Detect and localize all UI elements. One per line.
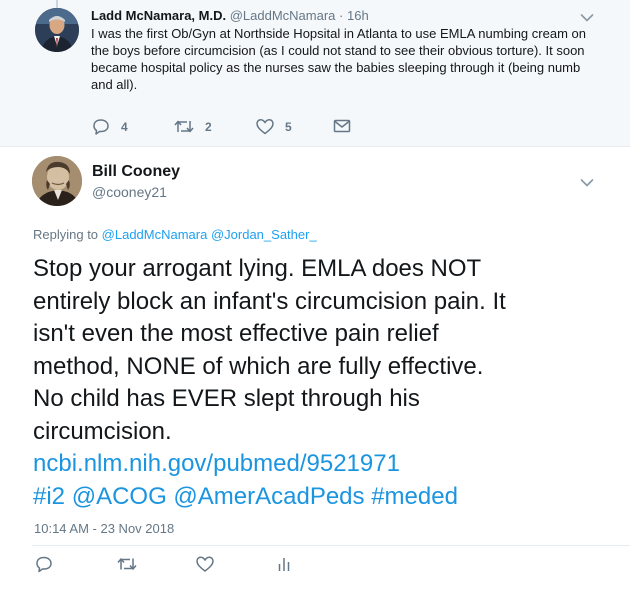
tweet-text-line: method, NONE of which are fully effectiv… [33,352,484,380]
message-icon [333,119,351,133]
tweet-text-line: circumcision. [33,417,172,445]
hashtag-link[interactable]: #i2 [33,483,65,510]
reply-icon [36,556,52,573]
tweet-timestamp[interactable]: 10:14 AM - 23 Nov 2018 [34,521,174,536]
retweet-icon [117,558,137,570]
reply-button[interactable] [34,555,54,573]
separator-dot: · [339,8,344,23]
mention-link[interactable]: @AmerAcadPeds [173,483,364,510]
author-handle[interactable]: @cooney21 [92,184,167,200]
tweet-time[interactable]: 16h [347,8,369,23]
avatar[interactable] [32,156,82,206]
tweet-text-line: No child has EVER slept through his [33,385,420,412]
mention-link[interactable]: @ACOG [72,483,167,510]
like-button[interactable] [195,555,215,573]
hashtag-link[interactable]: #meded [371,483,458,510]
tweet-link[interactable]: ncbi.nlm.nih.gov/pubmed/9521971 [33,450,400,477]
reply-count: 4 [121,119,128,134]
reply-icon [93,119,109,135]
analytics-button[interactable] [277,555,291,573]
replying-to-link[interactable]: @Jordan_Sather_ [211,227,317,242]
retweet-count: 2 [205,119,212,134]
parent-tweet-header: Ladd McNamara, M.D. @LaddMcNamara · 16h [91,8,369,23]
retweet-icon [174,120,194,133]
like-count: 5 [285,119,292,134]
like-button[interactable]: 5 [255,118,292,135]
retweet-button[interactable] [116,555,138,573]
author-name[interactable]: Bill Cooney [92,163,180,181]
tweet-text: I was the first Ob/Gyn at Northside Hops… [91,26,586,92]
replying-to: Replying to @LaddMcNamara @Jordan_Sather… [33,227,317,242]
replying-prefix: Replying to [33,227,102,242]
parent-tweet[interactable]: Ladd McNamara, M.D. @LaddMcNamara · 16h … [0,0,630,147]
avatar[interactable] [35,8,79,52]
like-icon [256,119,274,135]
tweet-text: Stop your arrogant lying. EMLA does NOT … [33,253,623,513]
replying-to-link[interactable]: @LaddMcNamara [102,227,208,242]
chevron-down-icon[interactable] [580,13,594,23]
retweet-button[interactable]: 2 [173,118,212,135]
divider [32,545,630,546]
tweet-text-line: entirely block an infant's circumcision … [33,287,506,315]
chevron-down-icon[interactable] [580,178,594,188]
reply-button[interactable]: 4 [91,118,128,135]
author-name[interactable]: Ladd McNamara, M.D. [91,8,226,23]
analytics-icon [278,558,290,571]
like-icon [196,556,214,572]
thread-line [56,0,58,8]
tweet-text-line: isn't even the most effective pain relie… [33,320,439,347]
tweet-text-line: Stop your arrogant lying. EMLA does NOT [33,255,482,282]
author-handle[interactable]: @LaddMcNamara [230,8,336,23]
direct-message-button[interactable] [333,118,351,134]
